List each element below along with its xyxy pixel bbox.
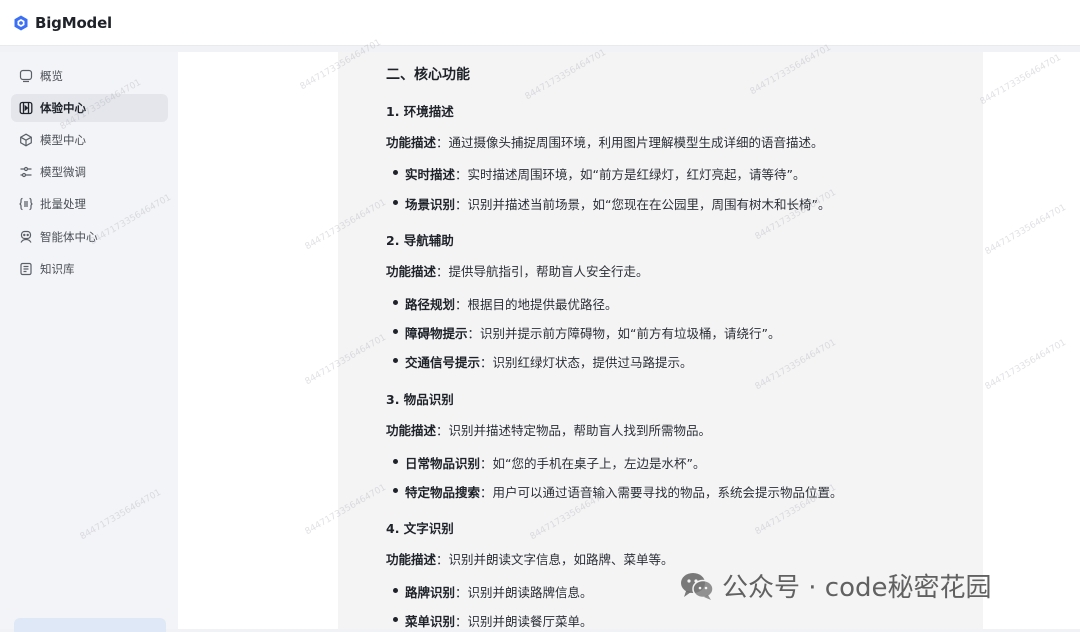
main-content: 二、核心功能 1. 环境描述 功能描述：通过摄像头捕捉周围环境，利用图片理解模型… [178,52,1080,629]
bullet-text: ：识别并朗读路牌信息。 [455,585,593,600]
sidebar-item-batch[interactable]: 批量处理 [11,190,168,218]
sidebar-item-label: 概览 [40,69,63,83]
agent-icon [20,230,32,243]
bullet-text: ：识别并提示前方障碍物，如“前方有垃圾桶，请绕行”。 [467,326,781,341]
desc-label: 功能描述 [386,135,437,150]
bullet-dot [393,170,398,175]
sidebar-item-experience[interactable]: 体验中心 [11,94,168,122]
list-item: 特定物品搜索：用户可以通过语音输入需要寻找的物品，系统会提示物品位置。 [405,482,843,501]
sidebar: 概览 体验中心 模型中心 模型微调 批量处理 智能体中心 知识库 [0,52,178,632]
play-frame-icon [19,101,33,115]
desc-label: 功能描述 [386,423,437,438]
bullet-dot [393,200,398,205]
bullet-label: 特定物品搜索 [405,485,481,500]
bullet-label: 场景识别 [405,197,456,212]
sidebar-item-label: 知识库 [40,262,75,276]
desc-text: ：通过摄像头捕捉周围环境，利用图片理解模型生成详细的语音描述。 [436,135,824,150]
desc-text: ：识别并描述特定物品，帮助盲人找到所需物品。 [436,423,712,438]
block-heading: 2. 导航辅助 [386,233,454,248]
list-item: 路牌识别：识别并朗读路牌信息。 [405,582,593,601]
block-description: 功能描述：提供导航指引，帮助盲人安全行走。 [386,261,649,280]
desc-label: 功能描述 [386,552,437,567]
app-name: BigModel [35,13,112,32]
chat-square-icon [19,69,33,83]
list-item: 场景识别：识别并描述当前场景，如“您现在在公园里，周围有树木和长椅”。 [405,194,830,213]
document-panel: 二、核心功能 1. 环境描述 功能描述：通过摄像头捕捉周围环境，利用图片理解模型… [338,52,983,629]
sidebar-item-label: 智能体中心 [40,230,98,244]
bullet-label: 路径规划 [405,297,456,312]
tune-icon [20,166,32,178]
bullet-label: 菜单识别 [405,614,456,629]
desc-label: 功能描述 [386,264,437,279]
bullet-label: 日常物品识别 [405,456,481,471]
bullet-label: 路牌识别 [405,585,456,600]
block-heading: 3. 物品识别 [386,392,454,407]
sidebar-item-knowledge[interactable]: 知识库 [11,255,168,283]
block-heading: 4. 文字识别 [386,521,454,536]
bullet-text: ：识别红绿灯状态，提供过马路提示。 [480,355,693,370]
list-item: 日常物品识别：如“您的手机在桌子上，左边是水杯”。 [405,453,705,472]
sidebar-bottom-card[interactable] [14,618,166,632]
bullet-dot [393,617,398,622]
list-item: 交通信号提示：识别红绿灯状态，提供过马路提示。 [405,352,693,371]
bullet-text: ：识别并描述当前场景，如“您现在在公园里，周围有树木和长椅”。 [455,197,831,212]
sidebar-item-label: 体验中心 [40,101,86,115]
block-description: 功能描述：识别并描述特定物品，帮助盲人找到所需物品。 [386,420,711,439]
wechat-account-overlay: 公众号 · code秘密花园 [680,567,992,604]
sidebar-item-finetune[interactable]: 模型微调 [11,158,168,186]
list-item: 路径规划：根据目的地提供最优路径。 [405,294,618,313]
block-description: 功能描述：通过摄像头捕捉周围环境，利用图片理解模型生成详细的语音描述。 [386,132,824,151]
list-item: 实时描述：实时描述周围环境，如“前方是红绿灯，红灯亮起，请等待”。 [405,164,805,183]
block-description: 功能描述：识别并朗读文字信息，如路牌、菜单等。 [386,549,674,568]
bullet-dot [393,300,398,305]
book-icon [20,262,32,276]
bullet-text: ：用户可以通过语音输入需要寻找的物品，系统会提示物品位置。 [480,485,843,500]
cube-icon [20,133,32,147]
bullet-text: ：如“您的手机在桌子上，左边是水杯”。 [480,456,706,471]
braces-list-icon [19,197,33,211]
sidebar-item-agents[interactable]: 智能体中心 [11,223,168,251]
desc-text: ：提供导航指引，帮助盲人安全行走。 [436,264,649,279]
bullet-dot [393,358,398,363]
wechat-icon [681,572,714,600]
bullet-label: 障碍物提示 [405,326,468,341]
bullet-text: ：根据目的地提供最优路径。 [455,297,618,312]
bullet-label: 实时描述 [405,167,456,182]
bullet-dot [393,488,398,493]
overlay-text: 公众号 · code秘密花园 [722,573,992,603]
list-item: 障碍物提示：识别并提示前方障碍物，如“前方有垃圾桶，请绕行”。 [405,323,780,342]
bigmodel-logo-icon [14,15,28,30]
bullet-text: ：识别并朗读餐厅菜单。 [455,614,593,629]
sidebar-item-label: 批量处理 [40,197,86,211]
sidebar-item-overview[interactable]: 概览 [11,62,168,90]
section-title: 二、核心功能 [386,67,470,83]
bullet-text: ：实时描述周围环境，如“前方是红绿灯，红灯亮起，请等待”。 [455,167,806,182]
top-header: BigModel [0,0,1080,46]
block-heading: 1. 环境描述 [386,104,454,119]
desc-text: ：识别并朗读文字信息，如路牌、菜单等。 [436,552,674,567]
list-item: 菜单识别：识别并朗读餐厅菜单。 [405,611,593,630]
bullet-dot [393,329,398,334]
sidebar-item-models[interactable]: 模型中心 [11,126,168,154]
bullet-dot [393,459,398,464]
bullet-label: 交通信号提示 [405,355,481,370]
sidebar-item-label: 模型微调 [40,165,86,179]
brand-logo[interactable]: BigModel [13,14,112,32]
sidebar-item-label: 模型中心 [40,133,86,147]
bullet-dot [393,588,398,593]
